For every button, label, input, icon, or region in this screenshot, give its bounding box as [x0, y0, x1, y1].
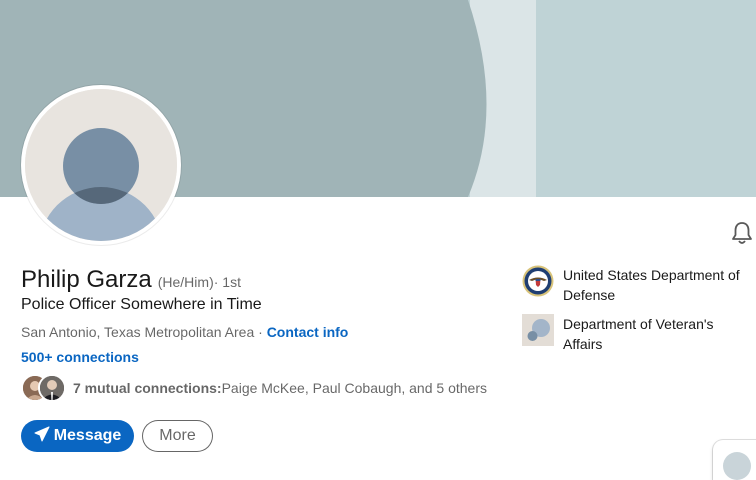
avatar-placeholder-icon — [25, 89, 177, 241]
bell-icon[interactable] — [729, 220, 755, 246]
messaging-widget[interactable] — [713, 440, 756, 480]
more-button[interactable]: More — [142, 420, 213, 452]
profile-pronouns: (He/Him) — [157, 274, 214, 290]
connections-link[interactable]: 500+ connections — [21, 349, 139, 365]
message-button-label: Message — [53, 427, 122, 444]
mutual-connections[interactable]: 7 mutual connections: Paige McKee, Paul … — [21, 374, 487, 402]
mutual-avatar-2 — [38, 374, 66, 402]
messaging-avatar — [723, 452, 751, 480]
org-item-dod[interactable]: United States Department of Defense — [522, 265, 753, 305]
profile-photo[interactable] — [21, 85, 181, 245]
profile-location: San Antonio, Texas Metropolitan Area — [21, 324, 255, 340]
location-separator: · — [254, 324, 267, 340]
mutual-names: Paige McKee, Paul Cobaugh, and 5 others — [221, 380, 487, 396]
profile-name: Philip Garza — [21, 266, 152, 293]
paper-plane-icon — [34, 426, 50, 447]
profile-headline: Police Officer Somewhere in Time — [21, 296, 262, 313]
default-company-logo-icon — [522, 314, 554, 346]
org-name: United States Department of Defense — [563, 267, 740, 303]
mutual-avatars — [21, 374, 67, 402]
mutual-count: 7 mutual connections: — [73, 380, 222, 396]
profile-name-row: Philip Garza (He/Him) · 1st — [21, 266, 241, 294]
contact-info-link[interactable]: Contact info — [267, 324, 349, 340]
org-name: Department of Veteran's Affairs — [563, 316, 714, 352]
dod-seal-icon — [522, 265, 554, 297]
org-item-va[interactable]: Department of Veteran's Affairs — [522, 314, 753, 354]
connection-degree: · 1st — [213, 274, 241, 290]
message-button[interactable]: Message — [21, 420, 134, 452]
location-row: San Antonio, Texas Metropolitan Area · C… — [21, 324, 348, 340]
